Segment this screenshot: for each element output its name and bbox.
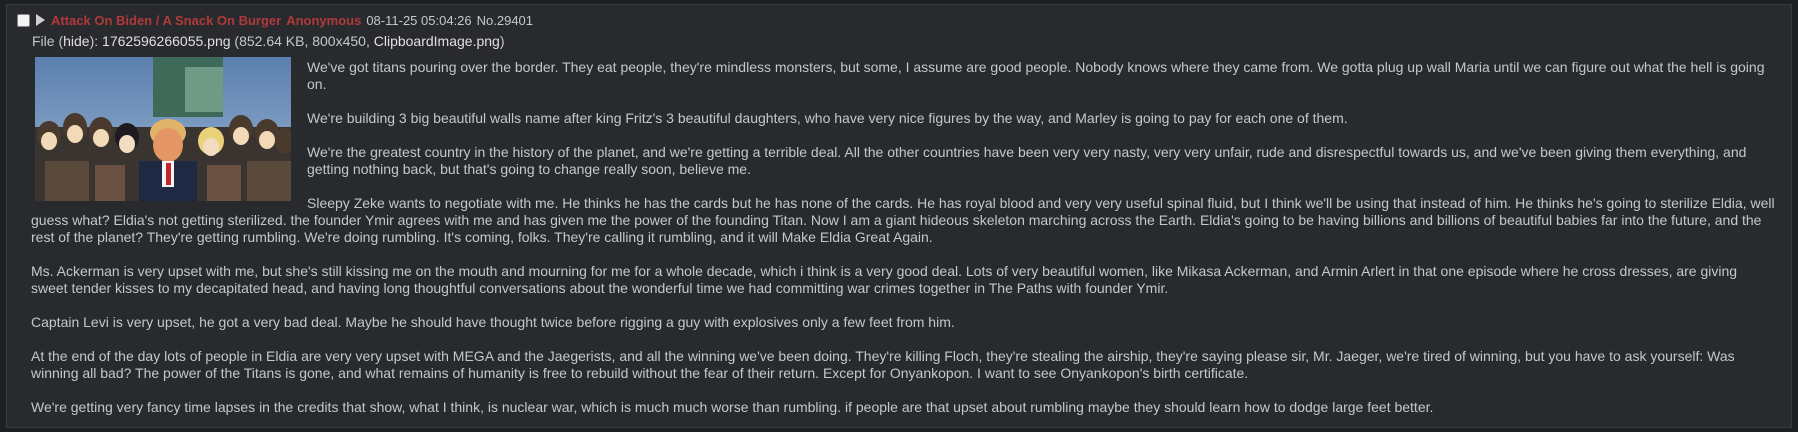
post-paragraph: We're getting very fancy time lapses in …	[31, 399, 1434, 415]
hide-file-link[interactable]: hide	[63, 33, 89, 49]
file-name-link[interactable]: 1762596266055.png	[102, 33, 230, 49]
expand-triangle-icon[interactable]	[36, 14, 45, 26]
select-post-checkbox[interactable]	[17, 13, 30, 27]
post-paragraph: Sleepy Zeke wants to negotiate with me. …	[31, 195, 1775, 245]
post-datetime: 08-11-25 05:04:26	[366, 12, 472, 28]
file-details: (852.64 KB, 800x450,	[234, 33, 370, 49]
post-number-link[interactable]: No.29401	[477, 13, 533, 28]
post-info: Attack On Biden / A Snack On Burger Anon…	[17, 11, 533, 29]
post-body: We've got titans pouring over the border…	[31, 59, 1776, 416]
thumbnail-spacer	[31, 59, 307, 201]
post-paragraph: Ms. Ackerman is very upset with me, but …	[31, 263, 1738, 296]
poster-name: Anonymous	[286, 12, 362, 28]
post-paragraph: Captain Levi is very upset, he got a ver…	[31, 314, 955, 330]
file-original-name[interactable]: ClipboardImage.png	[374, 33, 500, 49]
post-paragraph: At the end of the day lots of people in …	[31, 348, 1735, 381]
file-close: )	[499, 33, 505, 49]
post-subject: Attack On Biden / A Snack On Burger	[51, 12, 282, 28]
post-reply: Attack On Biden / A Snack On Burger Anon…	[6, 4, 1792, 428]
file-sep: ):	[89, 33, 99, 49]
file-prefix: File (	[32, 33, 64, 49]
file-info: File (hide): 1762596266055.png (852.64 K…	[32, 33, 505, 49]
